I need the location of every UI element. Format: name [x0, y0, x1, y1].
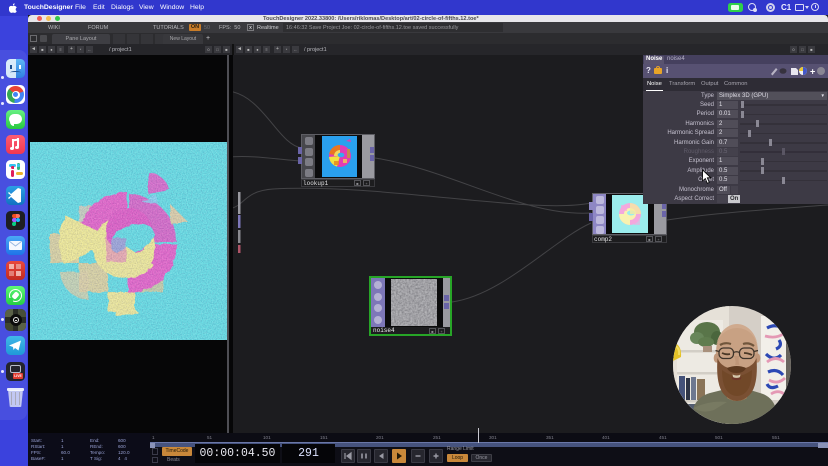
- svg-text:+: +: [810, 67, 815, 77]
